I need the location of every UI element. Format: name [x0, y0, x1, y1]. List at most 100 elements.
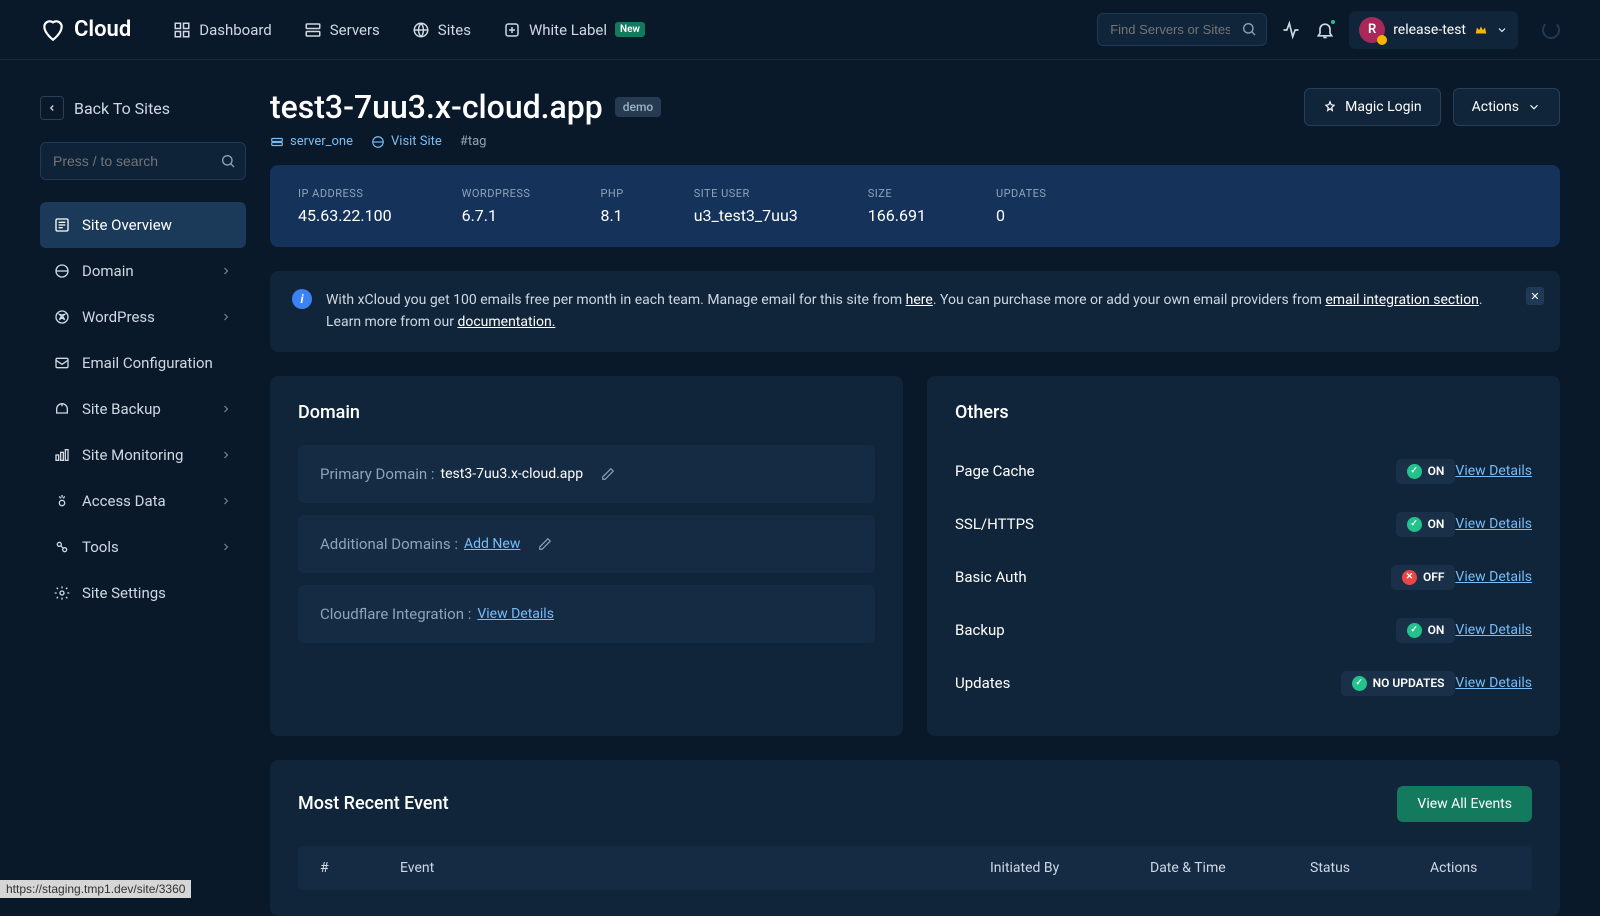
magic-icon	[1323, 100, 1337, 114]
avatar: R	[1359, 17, 1385, 43]
edit-icon[interactable]	[601, 467, 615, 481]
magic-login-button[interactable]: Magic Login	[1304, 88, 1440, 126]
alert-integration-link[interactable]: email integration section	[1325, 292, 1479, 308]
back-to-sites[interactable]: Back To Sites	[40, 96, 246, 120]
stat-site-user: SITE USERu3_test3_7uu3	[694, 187, 798, 225]
servers-icon	[304, 21, 322, 39]
chevron-right-icon	[220, 541, 232, 553]
search-icon	[1241, 21, 1257, 37]
sidebar-item-email-configuration[interactable]: Email Configuration	[40, 340, 246, 386]
status-pill: ✓NO UPDATES	[1341, 671, 1456, 696]
events-card: Most Recent Event View All Events # Even…	[270, 760, 1560, 916]
menu-icon	[54, 309, 70, 325]
user-menu[interactable]: R release-test	[1349, 11, 1518, 49]
stat-ip-address: IP ADDRESS45.63.22.100	[298, 187, 392, 225]
add-new-domain-link[interactable]: Add New	[464, 536, 520, 552]
globe-icon	[371, 135, 385, 149]
server-icon	[270, 135, 284, 149]
activity-icon[interactable]	[1281, 20, 1301, 40]
sidebar-item-domain[interactable]: Domain	[40, 248, 246, 294]
sidebar-item-site-settings[interactable]: Site Settings	[40, 570, 246, 616]
logo-text: Cloud	[74, 17, 131, 42]
tag-link[interactable]: #tag	[460, 134, 487, 149]
view-details-link[interactable]: View Details	[1455, 516, 1532, 532]
alert-here-link[interactable]: here	[906, 292, 933, 308]
search-icon	[220, 153, 236, 169]
stats-bar: IP ADDRESS45.63.22.100WORDPRESS6.7.1PHP8…	[270, 165, 1560, 247]
nav-sites[interactable]: Sites	[400, 13, 483, 47]
cloudflare-details-link[interactable]: View Details	[477, 606, 554, 622]
status-pill: ✓ON	[1396, 618, 1456, 643]
sidebar-item-wordpress[interactable]: WordPress	[40, 294, 246, 340]
chevron-left-icon	[40, 96, 64, 120]
stat-php: PHP8.1	[600, 187, 623, 225]
loading-spinner	[1542, 21, 1560, 39]
dashboard-icon	[173, 21, 191, 39]
sidebar-item-tools[interactable]: Tools	[40, 524, 246, 570]
events-table-header: # Event Initiated By Date & Time Status …	[298, 846, 1532, 890]
nav-servers[interactable]: Servers	[292, 13, 392, 47]
chevron-right-icon	[220, 449, 232, 461]
chevron-down-icon	[1496, 24, 1508, 36]
info-alert: i With xCloud you get 100 emails free pe…	[270, 271, 1560, 352]
server-link[interactable]: server_one	[270, 134, 353, 149]
nav-white-label[interactable]: White Label New	[491, 13, 657, 47]
crown-icon	[1474, 23, 1488, 37]
status-bar-url: https://staging.tmp1.dev/site/3360	[0, 880, 191, 898]
status-pill: ✓ON	[1396, 459, 1456, 484]
domain-card-title: Domain	[298, 402, 875, 423]
visit-site-link[interactable]: Visit Site	[371, 134, 442, 149]
sidebar-item-site-backup[interactable]: Site Backup	[40, 386, 246, 432]
edit-icon[interactable]	[538, 537, 552, 551]
nav-dashboard[interactable]: Dashboard	[161, 13, 284, 47]
others-row-ssl-https: SSL/HTTPS✓ONView Details	[955, 498, 1532, 551]
stat-updates: UPDATES0	[996, 187, 1047, 225]
others-card-title: Others	[955, 402, 1532, 423]
logo[interactable]: Cloud	[40, 17, 131, 43]
info-icon: i	[292, 289, 312, 309]
logo-icon	[40, 17, 66, 43]
primary-domain-row: Primary Domain : test3-7uu3.x-cloud.app	[298, 445, 875, 503]
sidebar-search[interactable]	[40, 142, 246, 180]
chevron-right-icon	[220, 495, 232, 507]
others-row-updates: Updates✓NO UPDATESView Details	[955, 657, 1532, 710]
close-alert-button[interactable]: ✕	[1526, 287, 1544, 305]
chevron-right-icon	[220, 311, 232, 323]
stat-size: SIZE166.691	[868, 187, 926, 225]
sidebar-item-access-data[interactable]: Access Data	[40, 478, 246, 524]
page-title: test3-7uu3.x-cloud.app	[270, 88, 603, 126]
domain-card: Domain Primary Domain : test3-7uu3.x-clo…	[270, 376, 903, 736]
others-row-basic-auth: Basic Auth✕OFFView Details	[955, 551, 1532, 604]
menu-icon	[54, 401, 70, 417]
notification-dot	[1329, 18, 1337, 26]
menu-icon	[54, 585, 70, 601]
alert-doc-link[interactable]: documentation.	[457, 314, 555, 330]
bell-icon[interactable]	[1315, 20, 1335, 40]
actions-dropdown[interactable]: Actions	[1453, 88, 1560, 126]
sidebar-search-input[interactable]	[40, 142, 246, 180]
menu-icon	[54, 539, 70, 555]
alert-text: With xCloud you get 100 emails free per …	[326, 289, 1538, 334]
tag-icon	[503, 21, 521, 39]
view-details-link[interactable]: View Details	[1455, 675, 1532, 691]
view-details-link[interactable]: View Details	[1455, 569, 1532, 585]
additional-domains-row: Additional Domains : Add New	[298, 515, 875, 573]
view-details-link[interactable]: View Details	[1455, 622, 1532, 638]
chevron-right-icon	[220, 265, 232, 277]
sidebar-item-site-monitoring[interactable]: Site Monitoring	[40, 432, 246, 478]
menu-icon	[54, 263, 70, 279]
view-details-link[interactable]: View Details	[1455, 463, 1532, 479]
chevron-right-icon	[220, 403, 232, 415]
menu-icon	[54, 447, 70, 463]
status-pill: ✓ON	[1396, 512, 1456, 537]
new-badge: New	[615, 22, 645, 37]
global-search[interactable]	[1097, 13, 1267, 46]
cloudflare-row: Cloudflare Integration : View Details	[298, 585, 875, 643]
globe-icon	[412, 21, 430, 39]
others-row-backup: Backup✓ONView Details	[955, 604, 1532, 657]
view-all-events-button[interactable]: View All Events	[1397, 786, 1532, 822]
chevron-down-icon	[1527, 100, 1541, 114]
sidebar-item-site-overview[interactable]: Site Overview	[40, 202, 246, 248]
user-name: release-test	[1393, 22, 1466, 38]
demo-badge: demo	[615, 97, 661, 117]
